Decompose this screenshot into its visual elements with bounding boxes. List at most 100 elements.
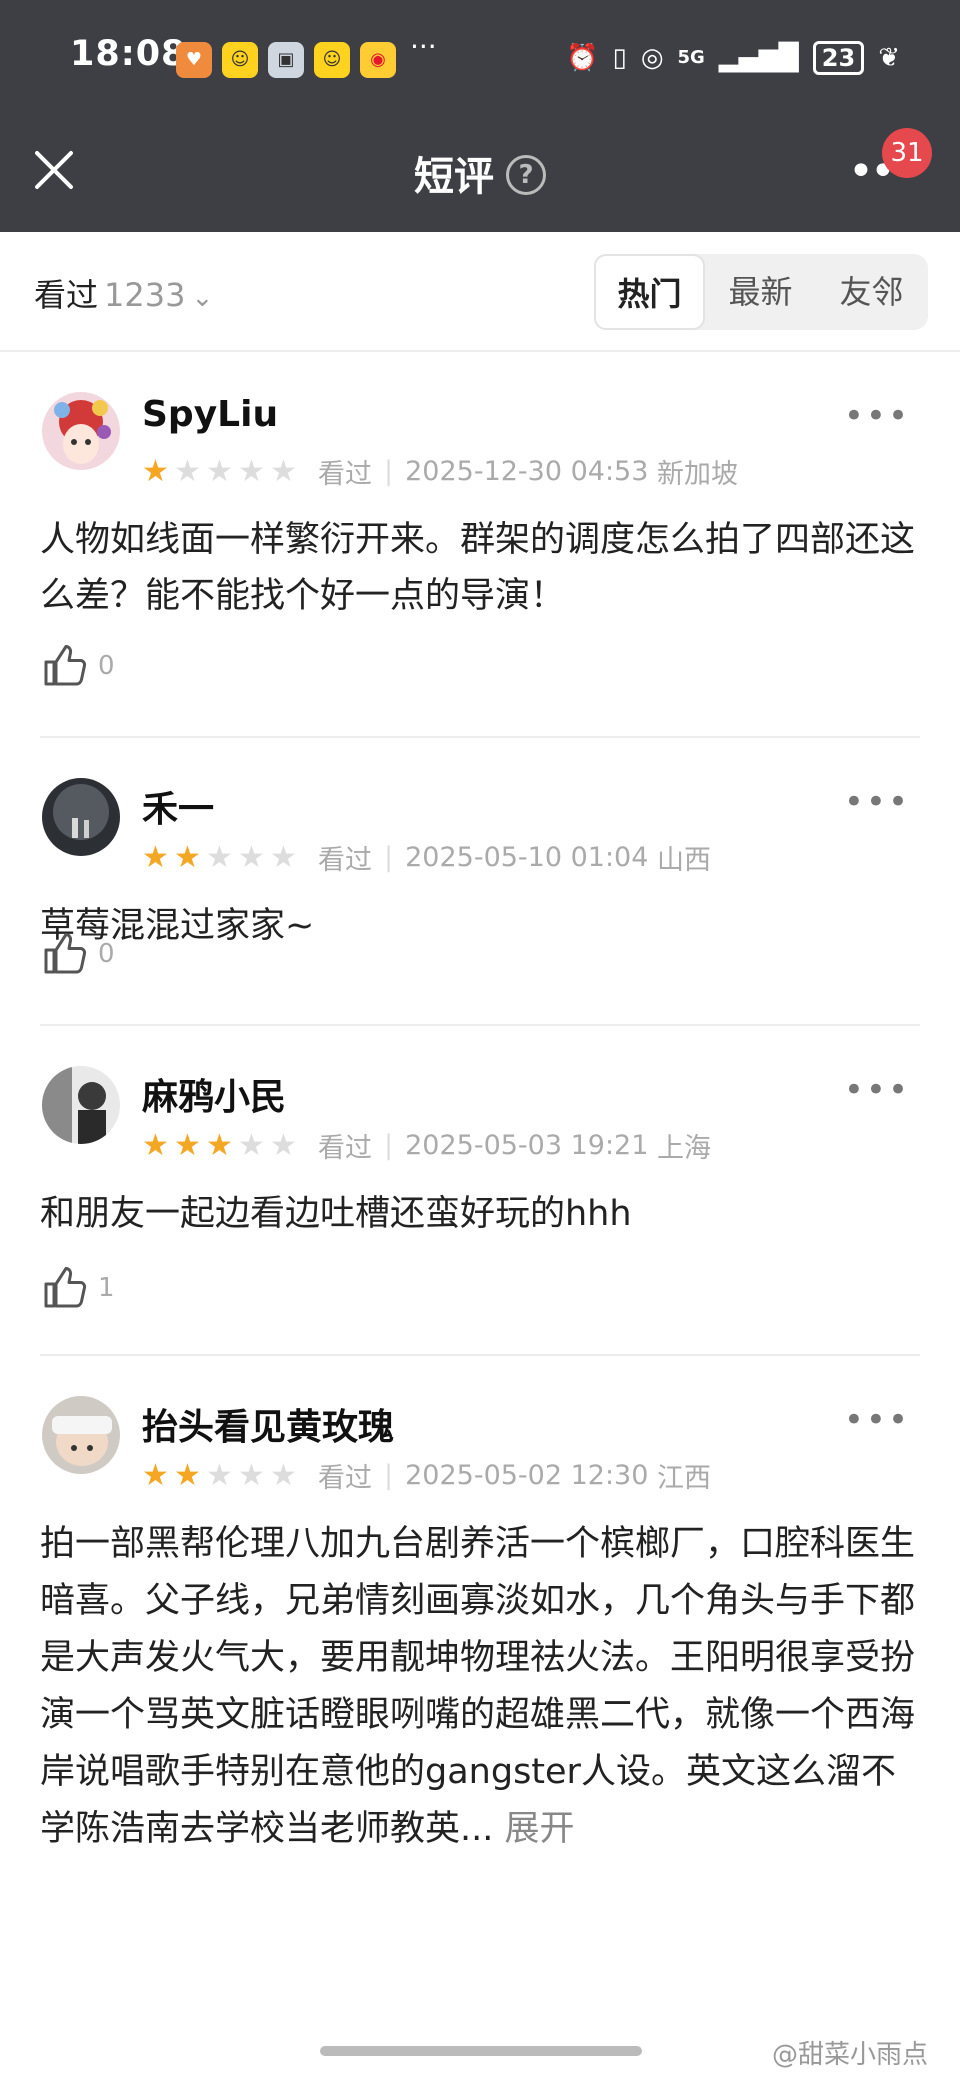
star-empty-icon: ★ bbox=[206, 839, 233, 875]
status-bar: 18:08 ♥ ☺ ▣ ☺ ◉ ··· ⏰ ▯ ◎ 5G ▂▄▆█ 23 ❦ bbox=[0, 28, 960, 94]
username[interactable]: 麻鸦小民 bbox=[142, 1068, 286, 1120]
star-filled-icon: ★ bbox=[174, 839, 201, 875]
review-location: 新加坡 bbox=[657, 459, 739, 490]
home-indicator[interactable] bbox=[320, 2046, 642, 2056]
star-empty-icon: ★ bbox=[238, 1457, 265, 1493]
star-empty-icon: ★ bbox=[270, 839, 297, 875]
review-more-button[interactable]: ••• bbox=[844, 785, 910, 819]
notification-badge[interactable]: 31 bbox=[882, 128, 932, 178]
notification-app-icons: ♥ ☺ ▣ ☺ ◉ bbox=[176, 42, 396, 78]
star-empty-icon: ★ bbox=[270, 1127, 297, 1163]
network-type: 5G bbox=[677, 47, 705, 68]
divider: | bbox=[384, 456, 394, 487]
star-filled-icon: ★ bbox=[142, 1457, 169, 1493]
avatar[interactable] bbox=[42, 392, 120, 470]
review-item: SpyLiu ★ ★ ★ ★ ★ 看过 | 2025-12-30 04:53 新加坡 •••… bbox=[40, 352, 920, 738]
weibo-app-icon: ◉ bbox=[360, 42, 396, 78]
star-empty-icon: ★ bbox=[174, 453, 201, 489]
more-notifications-icon: ··· bbox=[410, 30, 437, 63]
vibrate-icon: ▯ bbox=[612, 43, 627, 73]
star-empty-icon: ★ bbox=[270, 1457, 297, 1493]
review-meta: ★ ★ ★ ★ ★ 看过 | 2025-12-30 04:53 新加坡 bbox=[142, 452, 738, 491]
watch-status: 看过 bbox=[318, 1133, 372, 1164]
star-empty-icon: ★ bbox=[270, 453, 297, 489]
review-meta: ★ ★ ★ ★ ★ 看过 | 2025-05-03 19:21 上海 bbox=[142, 1126, 711, 1165]
username[interactable]: SpyLiu bbox=[142, 394, 278, 435]
status-time: 18:08 bbox=[70, 34, 187, 74]
star-empty-icon: ★ bbox=[238, 453, 265, 489]
help-icon[interactable]: ? bbox=[506, 155, 546, 195]
thumbs-up-icon bbox=[44, 645, 87, 686]
avatar[interactable] bbox=[42, 778, 120, 856]
top-bar: 18:08 ♥ ☺ ▣ ☺ ◉ ··· ⏰ ▯ ◎ 5G ▂▄▆█ 23 ❦ 短… bbox=[0, 0, 960, 232]
star-filled-icon: ★ bbox=[142, 1127, 169, 1163]
star-filled-icon: ★ bbox=[174, 1457, 201, 1493]
review-datetime: 2025-12-30 04:53 bbox=[405, 456, 649, 487]
avatar[interactable] bbox=[42, 1066, 120, 1144]
divider: | bbox=[384, 842, 394, 873]
like-count: 0 bbox=[98, 651, 115, 681]
username[interactable]: 抬头看见黄玫瑰 bbox=[142, 1398, 394, 1450]
like-button[interactable]: 0 bbox=[40, 930, 115, 978]
system-status-icons: ⏰ ▯ ◎ 5G ▂▄▆█ 23 ❦ bbox=[566, 38, 900, 78]
star-empty-icon: ★ bbox=[206, 453, 233, 489]
meituan-app-icon: ☺ bbox=[222, 42, 258, 78]
like-count: 1 bbox=[98, 1273, 115, 1303]
star-empty-icon: ★ bbox=[238, 1127, 265, 1163]
review-datetime: 2025-05-03 19:21 bbox=[405, 1130, 649, 1161]
review-text: 人物如线面一样繁衍开来。群架的调度怎么拍了四部还这么差？能不能找个好一点的导演！ bbox=[40, 520, 916, 616]
review-list: SpyLiu ★ ★ ★ ★ ★ 看过 | 2025-12-30 04:53 新加坡 •••… bbox=[0, 352, 960, 1956]
thumbs-up-icon bbox=[44, 933, 87, 974]
watermark: @甜菜小雨点 bbox=[772, 2040, 929, 2070]
review-datetime: 2025-05-02 12:30 bbox=[405, 1460, 649, 1491]
review-text-wrap: 拍一部黑帮伦理八加九台剧养活一个槟榔厂，口腔科医生暗喜。父子线，兄弟情刻画寡淡如… bbox=[40, 1516, 920, 1858]
tab-hot[interactable]: 热门 bbox=[594, 254, 705, 330]
review-text: 和朋友一起边看边吐槽还蛮好玩的hhh bbox=[40, 1194, 632, 1234]
expand-link[interactable]: 展开 bbox=[505, 1809, 575, 1849]
rating-stars: ★ ★ ★ ★ ★ bbox=[142, 1457, 302, 1493]
review-item: 抬头看见黄玫瑰 ★ ★ ★ ★ ★ 看过 | 2025-05-02 12:30 江西 •••… bbox=[40, 1356, 920, 1956]
rating-stars: ★ ★ ★ ★ ★ bbox=[142, 1127, 302, 1163]
review-more-button[interactable]: ••• bbox=[844, 1403, 910, 1437]
heart-app-icon: ♥ bbox=[176, 42, 212, 78]
seen-filter-label: 看过 bbox=[34, 276, 99, 314]
divider: | bbox=[384, 1130, 394, 1161]
alarm-icon: ⏰ bbox=[566, 43, 599, 73]
review-location: 上海 bbox=[657, 1133, 712, 1164]
seen-filter-dropdown[interactable]: 看过 1233 ⌄ bbox=[34, 270, 213, 316]
thumbs-up-icon bbox=[44, 1267, 87, 1308]
username[interactable]: 禾一 bbox=[142, 780, 214, 832]
star-filled-icon: ★ bbox=[142, 453, 169, 489]
star-empty-icon: ★ bbox=[238, 839, 265, 875]
star-filled-icon: ★ bbox=[174, 1127, 201, 1163]
card-app-icon: ▣ bbox=[268, 42, 304, 78]
signal-icon: ▂▄▆█ bbox=[718, 43, 799, 73]
star-filled-icon: ★ bbox=[142, 839, 169, 875]
review-text: 拍一部黑帮伦理八加九台剧养活一个槟榔厂，口腔科医生暗喜。父子线，兄弟情刻画寡淡如… bbox=[40, 1524, 916, 1849]
star-filled-icon: ★ bbox=[206, 1127, 233, 1163]
review-item: 禾一 ★ ★ ★ ★ ★ 看过 | 2025-05-10 01:04 山西 ••• 草莓混混… bbox=[40, 738, 920, 1026]
battery-level: 23 bbox=[812, 41, 865, 75]
avatar[interactable] bbox=[42, 1396, 120, 1474]
chevron-down-icon: ⌄ bbox=[191, 283, 214, 313]
review-datetime: 2025-05-10 01:04 bbox=[405, 842, 649, 873]
sort-tabs: 热门 最新 友邻 bbox=[594, 254, 928, 330]
review-location: 山西 bbox=[657, 845, 712, 876]
review-more-button[interactable]: ••• bbox=[844, 1073, 910, 1107]
review-meta: ★ ★ ★ ★ ★ 看过 | 2025-05-02 12:30 江西 bbox=[142, 1456, 711, 1495]
like-button[interactable]: 1 bbox=[40, 1264, 115, 1312]
star-empty-icon: ★ bbox=[206, 1457, 233, 1493]
watch-status: 看过 bbox=[318, 459, 372, 490]
divider: | bbox=[384, 1460, 394, 1491]
watch-status: 看过 bbox=[318, 1463, 372, 1494]
review-meta: ★ ★ ★ ★ ★ 看过 | 2025-05-10 01:04 山西 bbox=[142, 838, 711, 877]
tab-latest[interactable]: 最新 bbox=[705, 254, 816, 330]
like-button[interactable]: 0 bbox=[40, 642, 115, 690]
filter-bar: 看过 1233 ⌄ 热门 最新 友邻 bbox=[0, 232, 960, 352]
seen-count: 1233 bbox=[104, 276, 186, 314]
watch-status: 看过 bbox=[318, 845, 372, 876]
page-title-wrap: 短评? bbox=[0, 144, 960, 202]
tab-friends[interactable]: 友邻 bbox=[816, 254, 927, 330]
like-count: 0 bbox=[98, 939, 115, 969]
review-more-button[interactable]: ••• bbox=[844, 399, 910, 433]
